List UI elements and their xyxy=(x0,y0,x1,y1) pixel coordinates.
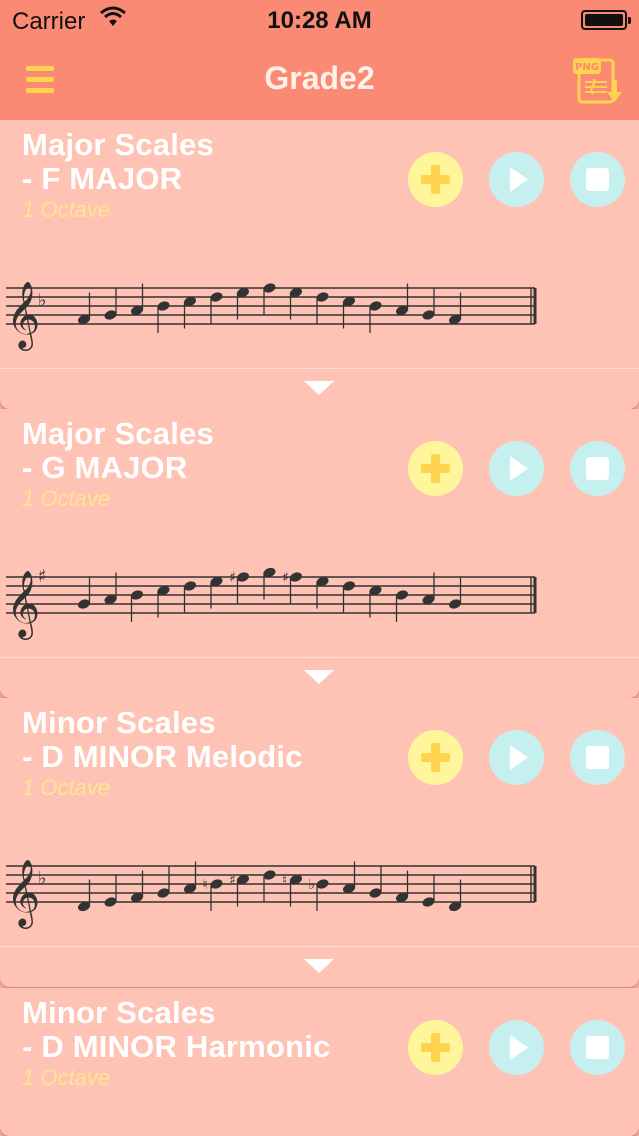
play-button[interactable] xyxy=(489,152,544,207)
chevron-down-icon[interactable] xyxy=(304,670,334,684)
add-button[interactable] xyxy=(408,441,463,496)
divider xyxy=(0,946,639,947)
plus-icon xyxy=(421,165,450,194)
note xyxy=(157,301,170,333)
note xyxy=(210,292,223,324)
octave-label: 1 Octave xyxy=(22,486,111,511)
treble-clef-icon: 𝄞 xyxy=(6,280,40,351)
music-staff: 𝄞♭ ♮ ♯ ♮ ♭ xyxy=(6,858,537,929)
key-signature: ♯ xyxy=(38,566,47,587)
status-bar: Carrier 10:28 AM xyxy=(0,0,639,40)
play-icon xyxy=(510,1035,528,1060)
scale-card[interactable]: Minor Scales - D MINOR Harmonic 1 Octave xyxy=(0,988,639,1136)
scale-category: Minor Scales xyxy=(22,995,216,1030)
svg-text:♯: ♯ xyxy=(229,570,236,586)
note xyxy=(448,577,462,609)
app-screen: Carrier 10:28 AM Grade2 PNG Major Scales… xyxy=(0,0,639,1136)
battery-icon xyxy=(581,10,631,30)
note xyxy=(422,875,435,907)
plus-icon xyxy=(421,743,450,772)
play-button[interactable] xyxy=(489,1020,544,1075)
scale-title: Major Scales - F MAJOR 1 Octave xyxy=(22,128,214,224)
note xyxy=(157,866,170,898)
play-button[interactable] xyxy=(489,441,544,496)
scale-title: Major Scales - G MAJOR 1 Octave xyxy=(22,417,214,513)
play-button[interactable] xyxy=(489,730,544,785)
key-signature: ♭ xyxy=(38,868,47,889)
stop-button[interactable] xyxy=(570,1020,625,1075)
svg-text:♮: ♮ xyxy=(203,877,208,893)
scale-title: Minor Scales - D MINOR Harmonic 1 Octave xyxy=(22,996,330,1092)
note xyxy=(77,577,91,609)
music-staff: 𝄞♭ xyxy=(6,280,537,351)
treble-clef-icon: 𝄞 xyxy=(6,569,40,640)
scale-actions xyxy=(408,1020,625,1075)
scale-category: Major Scales xyxy=(22,416,214,451)
note xyxy=(316,292,329,324)
scale-actions xyxy=(408,441,625,496)
note xyxy=(104,875,117,907)
plus-icon xyxy=(421,1033,450,1062)
svg-text:PNG: PNG xyxy=(575,62,599,73)
add-button[interactable] xyxy=(408,730,463,785)
scale-title: Minor Scales - D MINOR Melodic 1 Octave xyxy=(22,706,303,802)
page-title: Grade2 xyxy=(264,60,375,96)
play-icon xyxy=(510,167,528,192)
note: ♭ xyxy=(309,877,329,911)
scale-actions xyxy=(408,730,625,785)
note xyxy=(104,288,117,320)
svg-text:♭: ♭ xyxy=(309,877,316,893)
plus-icon xyxy=(421,454,450,483)
stop-button[interactable] xyxy=(570,152,625,207)
stop-icon xyxy=(586,1036,609,1059)
scale-card[interactable]: Minor Scales - D MINOR Melodic 1 Octave … xyxy=(0,698,639,987)
chevron-down-icon[interactable] xyxy=(304,959,334,973)
note xyxy=(342,581,356,613)
note xyxy=(183,581,197,613)
note xyxy=(422,288,435,320)
scale-card[interactable]: Major Scales - F MAJOR 1 Octave 𝄞 ♭ xyxy=(0,120,639,409)
png-export-icon[interactable]: PNG xyxy=(571,54,625,106)
scale-name: - D MINOR Melodic xyxy=(22,739,303,774)
svg-text:♮: ♮ xyxy=(282,873,287,889)
chevron-down-icon[interactable] xyxy=(304,381,334,395)
note xyxy=(395,590,409,622)
note: ♯ xyxy=(282,570,303,604)
divider xyxy=(0,368,639,369)
note: ♮ xyxy=(203,877,223,911)
svg-text:♯: ♯ xyxy=(282,570,289,586)
scale-actions xyxy=(408,152,625,207)
key-signature: ♭ xyxy=(38,290,47,311)
scale-category: Minor Scales xyxy=(22,705,216,740)
scale-name: - G MAJOR xyxy=(22,450,188,485)
play-icon xyxy=(510,745,528,770)
clock: 10:28 AM xyxy=(267,7,372,34)
navigation-bar: Grade2 PNG xyxy=(0,40,639,120)
scale-card[interactable]: Major Scales - G MAJOR 1 Octave 𝄞 ♯ ♯ ♯ xyxy=(0,409,639,698)
stop-button[interactable] xyxy=(570,441,625,496)
octave-label: 1 Octave xyxy=(22,197,111,222)
music-staff: 𝄞♯ ♯ ♯ xyxy=(6,566,537,640)
stop-icon xyxy=(586,168,609,191)
note xyxy=(369,866,382,898)
scale-name: - F MAJOR xyxy=(22,161,183,196)
note xyxy=(130,590,144,622)
add-button[interactable] xyxy=(408,1020,463,1075)
stop-icon xyxy=(586,457,609,480)
svg-text:♯: ♯ xyxy=(229,873,236,889)
octave-label: 1 Octave xyxy=(22,775,111,800)
divider xyxy=(0,657,639,658)
add-button[interactable] xyxy=(408,152,463,207)
note xyxy=(369,301,382,333)
stop-icon xyxy=(586,746,609,769)
note xyxy=(263,283,276,315)
note xyxy=(263,870,276,902)
note: ♯ xyxy=(229,570,250,604)
play-icon xyxy=(510,456,528,481)
octave-label: 1 Octave xyxy=(22,1065,111,1090)
treble-clef-icon: 𝄞 xyxy=(6,858,40,929)
scale-category: Major Scales xyxy=(22,127,214,162)
stop-button[interactable] xyxy=(570,730,625,785)
scale-name: - D MINOR Harmonic xyxy=(22,1029,331,1064)
